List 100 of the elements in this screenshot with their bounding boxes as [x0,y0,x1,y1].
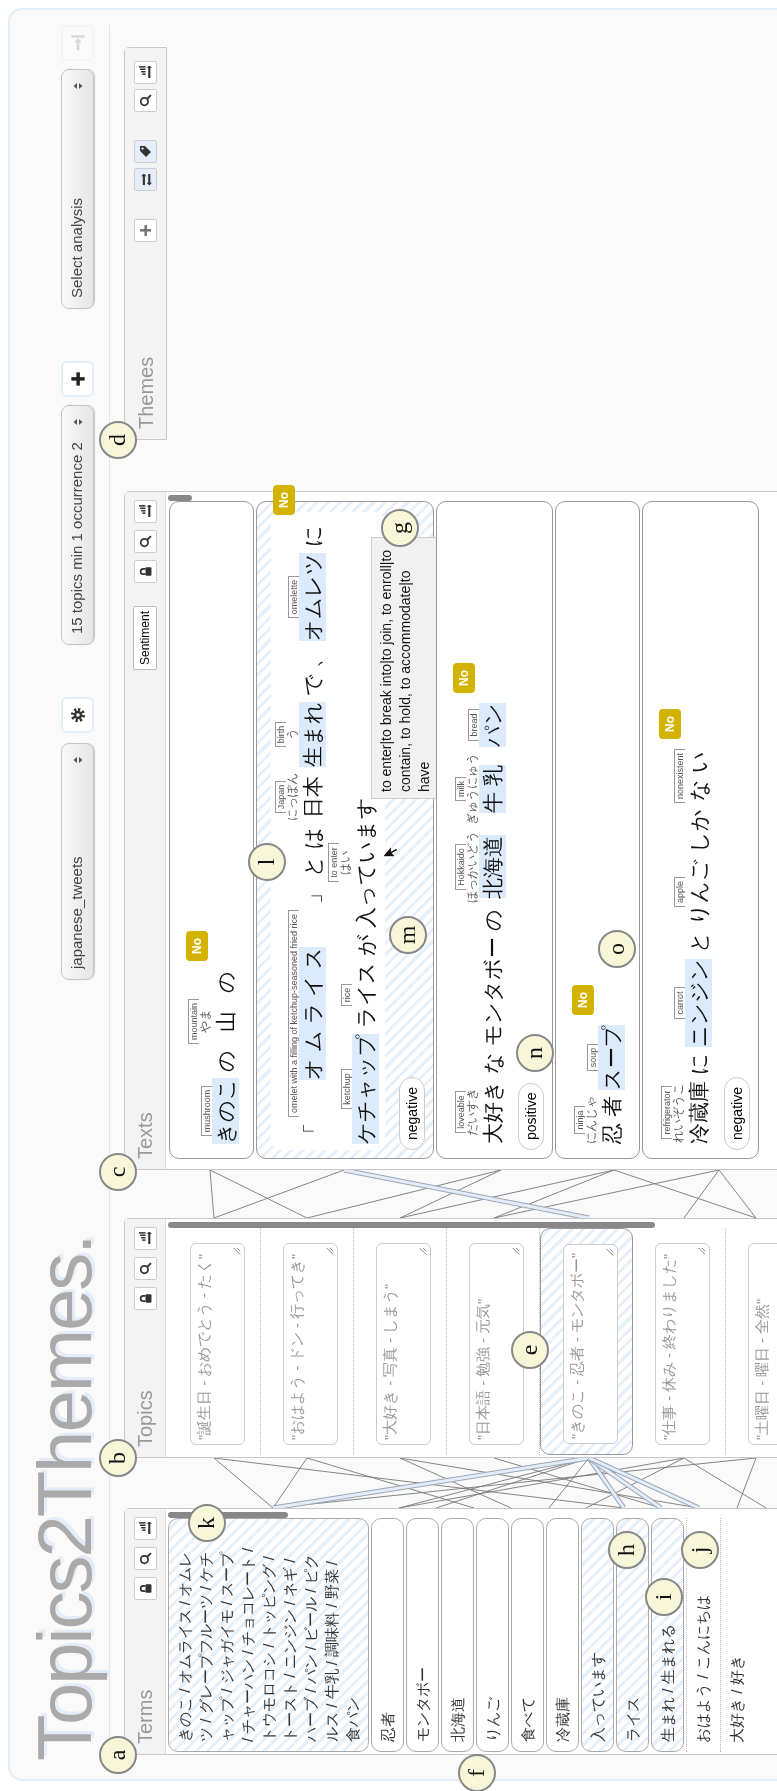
topic-name: "土曜日 - 曜日 - 全然" [754,1298,770,1440]
term-item[interactable]: 忍者 [371,1518,404,1752]
gloss-label: mountain [188,998,199,1044]
lock-icon [138,565,152,578]
swap-arrows-icon [139,173,152,186]
plus-icon [139,224,152,237]
word-text: 」 [300,882,325,904]
word-text: に [300,524,325,547]
word-text: と [300,854,325,877]
topic-name: "大好き - 写真 - しまう" [382,1283,398,1440]
word-text: な [480,1052,505,1074]
lock-button[interactable] [133,560,157,583]
plus-icon [69,371,86,387]
sort-button[interactable] [134,61,157,84]
topic-name: "日本語 - 勉強 - 元気" [475,1298,491,1440]
gloss-label: ninja [574,1106,585,1134]
topic-name: "誕生日 - おめでとう - たく" [196,1253,212,1440]
word-text: りんご [686,859,711,925]
term-item[interactable]: 入っています [581,1518,614,1752]
word-text: な い [686,751,711,801]
gloss-label: birth [275,721,286,748]
gloss-label: apple [674,877,685,907]
gloss-label: loveable [455,1091,466,1133]
word-text: で [300,673,325,696]
word-text: しか [686,809,711,853]
term-item[interactable]: 北海道 [441,1518,474,1752]
term-item[interactable]: りんご [476,1518,509,1752]
text-card[interactable]: mushroom きのこ の mountain やま 山 の No [169,501,254,1159]
sort-button[interactable] [133,1517,157,1540]
settings-icon [69,707,86,723]
search-icon [138,1262,152,1275]
gloss-label: milk [455,777,466,801]
word-text: 忍 者 [599,1096,624,1144]
word-text: ニンジン [685,959,712,1047]
word-text: 大好き [480,1080,505,1144]
word-text: モンタボー [480,937,505,1046]
resize-grip-icon [231,1247,241,1257]
add-theme-button[interactable] [134,219,157,242]
topic-name: "仕事 - 休み - 終わりました" [661,1253,677,1440]
cursor-icon [381,842,397,858]
analysis-select[interactable]: Select analysis [61,69,94,309]
tag-icon [139,145,152,158]
label-badge: No [659,708,681,739]
resize-grip-icon [324,1247,334,1257]
topic-name: "きのこ - 忍者 - モンタボー" [569,1252,585,1439]
settings-button[interactable] [61,697,94,733]
polarity-pill[interactable]: negative [399,1077,425,1150]
gloss-label: nonexistent [674,748,685,803]
word-text: 生まれ [299,701,326,767]
swap-button[interactable] [134,168,157,191]
label-badge: No [453,663,475,693]
reading-label: れいぞうこ [672,1082,685,1143]
search-button[interactable] [133,1257,157,1280]
gloss-label: rice [341,983,352,1007]
word-text: スープ [598,1025,625,1090]
term-item[interactable]: モンタボー [406,1518,439,1752]
reading-label: ぎゅうにゅう [466,753,479,825]
word-text: に [686,1053,711,1075]
term-item[interactable]: 大好き / 好き [720,1518,752,1752]
add-button[interactable] [61,361,94,397]
resize-grip-icon [696,1247,706,1257]
word-text: と [686,931,711,953]
reading-label: にんじゃ [585,1096,598,1144]
word-text: きのこ [212,1078,239,1144]
word-text: の [213,1050,238,1072]
dataset-select[interactable]: japanese_tweets [61,743,94,980]
reading-label: やま [199,1009,212,1034]
select-arrows-icon [71,416,84,428]
word-text: 「 [300,1123,325,1144]
search-button[interactable] [133,530,157,553]
tag-button[interactable] [134,140,157,163]
search-icon [138,1552,152,1565]
word-text: の [213,970,238,993]
search-button[interactable] [133,1547,157,1570]
search-button[interactable] [134,89,157,112]
topic-model-select[interactable]: 15 topics min 1 occurrence 2 [61,405,94,645]
word-text: 牛 乳 [479,765,506,813]
word-text: 入っています [353,797,378,928]
word-text: 冷蔵庫 [686,1081,711,1144]
lock-button[interactable] [133,1287,157,1310]
term-item[interactable]: 食べて [511,1518,544,1752]
gloss-label: refrigerator [661,1086,672,1139]
sort-button[interactable] [133,1227,157,1250]
polarity-pill[interactable]: positive [518,1082,544,1150]
scrollbar-thumb[interactable] [168,495,192,501]
topic-name: "おはよう - ドン - 行ってき" [289,1253,305,1440]
sentiment-sort-button[interactable]: Sentiment [133,606,157,671]
gloss-label: Hokkaido [455,844,466,890]
lock-button[interactable] [133,1577,157,1600]
word-text: オムレツ [299,552,326,641]
word-text: 北海道 [479,835,506,899]
reading-label: だいすき [466,1088,479,1136]
word-text: は [300,826,325,849]
gloss-label: to enter [328,843,339,882]
search-icon [138,535,152,548]
polarity-pill[interactable]: negative [724,1077,750,1150]
sort-button[interactable] [133,500,157,523]
text-card[interactable]: refrigerator れいぞうこ 冷蔵庫 に carrot ニンジン と apple りんご しか nonexistent な い No negative [642,501,759,1159]
term-item[interactable]: 冷蔵庫 [546,1518,579,1752]
scrollbar-thumb[interactable] [168,1222,655,1228]
